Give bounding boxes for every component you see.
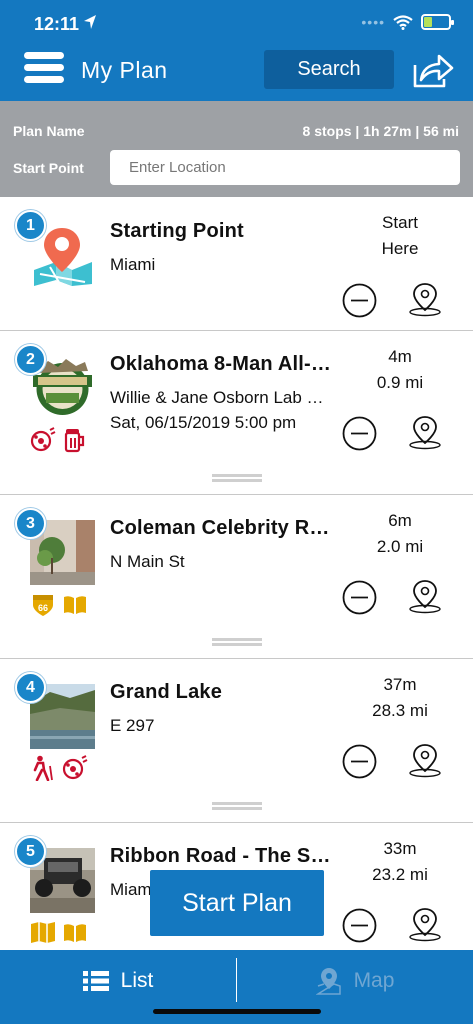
stop-row[interactable]: 4 Grand Lake E 297 37m 28.3 mi	[0, 659, 473, 823]
plan-summary: 8 stops | 1h 27m | 56 mi	[302, 123, 459, 139]
map-pin-icon	[315, 968, 341, 995]
stop-row[interactable]: 1 Starting Point Miami Start Here	[0, 197, 473, 331]
stop-row[interactable]: 2 Oklahoma 8-Man All-Star Game Willie & …	[0, 331, 473, 495]
category-icons	[30, 755, 88, 781]
app-header: 12:11 •••• My Plan Search	[0, 0, 473, 101]
location-arrow-icon	[84, 15, 96, 29]
stop-number-badge: 4	[15, 672, 46, 703]
status-indicators: ••••	[361, 14, 454, 30]
share-icon[interactable]	[411, 50, 455, 90]
status-time: 12:11	[34, 14, 80, 34]
home-indicator	[153, 1009, 321, 1014]
stop-distance: Here	[381, 239, 419, 258]
search-button[interactable]: Search	[264, 50, 394, 89]
category-icons: 66	[30, 591, 88, 617]
battery-icon	[421, 14, 454, 30]
stop-number-badge: 1	[15, 210, 46, 241]
list-icon	[82, 971, 109, 991]
route-66-icon: 66	[33, 595, 53, 616]
beer-icon	[64, 429, 85, 453]
stop-time: 4m	[388, 347, 412, 366]
hamburger-icon	[24, 52, 64, 59]
category-icons	[30, 919, 88, 945]
tab-list[interactable]: List	[0, 950, 236, 1012]
map-icon	[31, 922, 55, 943]
start-point-label: Start Point	[13, 160, 84, 176]
start-plan-button[interactable]: Start Plan	[150, 870, 324, 936]
stop-number-badge: 3	[15, 508, 46, 539]
stop-distance: 0.9 mi	[376, 373, 424, 392]
wifi-icon	[393, 14, 413, 30]
remove-stop-icon[interactable]	[342, 416, 377, 451]
signal-icon: ••••	[361, 14, 385, 30]
stop-address: Miami	[110, 255, 156, 274]
battery-level	[424, 17, 432, 27]
stop-address: E 297	[110, 716, 155, 735]
stop-distance: 28.3 mi	[372, 701, 428, 720]
drag-handle[interactable]	[212, 638, 262, 646]
book-icon	[64, 596, 86, 614]
stop-time: 37m	[383, 675, 417, 694]
stop-time: 33m	[383, 839, 417, 858]
remove-stop-icon[interactable]	[342, 580, 377, 615]
remove-stop-icon[interactable]	[342, 744, 377, 779]
stop-address: N Main St	[110, 552, 185, 571]
stop-title: Ribbon Road - The Sidewalk Highway	[110, 845, 335, 867]
svg-text:66: 66	[38, 603, 48, 613]
tab-list-label: List	[120, 969, 154, 992]
sports-icon	[30, 427, 56, 452]
map-pin-icon[interactable]	[407, 414, 443, 450]
stop-row[interactable]: 3 66 Coleman Celebrity Row N Main St 6m …	[0, 495, 473, 659]
stop-time: 6m	[388, 511, 412, 530]
map-pin-icon[interactable]	[407, 578, 443, 614]
stop-time: Start	[382, 213, 418, 232]
start-location-input[interactable]	[110, 150, 460, 185]
plan-name-label: Plan Name	[13, 123, 85, 139]
stop-title: Starting Point	[110, 220, 244, 242]
category-icons	[30, 427, 88, 453]
stop-title: Coleman Celebrity Row	[110, 517, 335, 539]
map-pin-icon[interactable]	[407, 742, 443, 778]
stop-distance: 2.0 mi	[376, 537, 424, 556]
stop-number-badge: 5	[15, 836, 46, 867]
map-pin-icon[interactable]	[407, 281, 443, 317]
stop-title: Grand Lake	[110, 681, 223, 703]
tab-map[interactable]: Map	[237, 950, 473, 1012]
status-bar: 12:11 ••••	[0, 0, 473, 44]
drag-handle[interactable]	[212, 802, 262, 810]
hiking-icon	[33, 755, 53, 781]
map-pin-icon[interactable]	[407, 906, 443, 942]
remove-stop-icon[interactable]	[342, 908, 377, 943]
page-title: My Plan	[81, 57, 168, 83]
sports-icon	[62, 755, 88, 780]
tab-map-label: Map	[353, 969, 395, 992]
stop-date: Sat, 06/15/2019 5:00 pm	[110, 413, 297, 432]
stop-address: Willie & Jane Osborn Lab Stadium	[110, 388, 330, 407]
drag-handle[interactable]	[212, 474, 262, 482]
menu-button[interactable]	[24, 52, 64, 88]
book-icon	[64, 924, 86, 942]
stop-number-badge: 2	[15, 344, 46, 375]
stop-title: Oklahoma 8-Man All-Star Game	[110, 353, 335, 375]
remove-stop-icon[interactable]	[342, 283, 377, 318]
stop-distance: 23.2 mi	[372, 865, 428, 884]
